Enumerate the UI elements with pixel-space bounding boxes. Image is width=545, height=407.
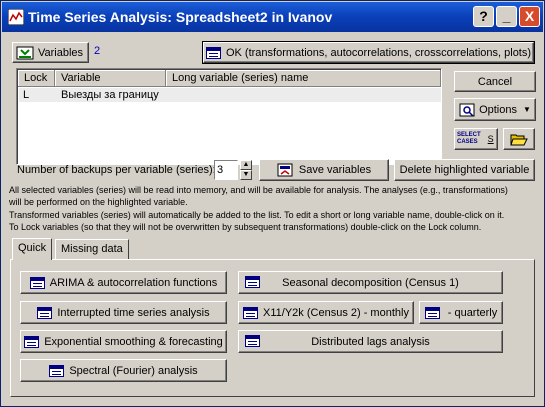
grid-icon xyxy=(205,46,221,59)
info-line-2: will be performed on the highlighted var… xyxy=(9,197,188,207)
save-variables-label: Save variables xyxy=(298,164,372,176)
interrupted-label: Interrupted time series analysis xyxy=(57,306,210,319)
distributed-label: Distributed lags analysis xyxy=(311,335,430,348)
distributed-lags-button[interactable]: Distributed lags analysis xyxy=(238,330,503,353)
variables-icon xyxy=(16,46,34,59)
info-line-1: All selected variables (series) will be … xyxy=(9,185,508,195)
options-icon xyxy=(459,103,475,117)
column-header-lock[interactable]: Lock xyxy=(18,70,55,87)
spin-up-button[interactable]: ▲ xyxy=(240,160,252,170)
seasonal-button[interactable]: Seasonal decomposition (Census 1) xyxy=(238,271,503,294)
select-cases-text-2: CASES xyxy=(457,139,478,145)
interrupted-button[interactable]: Interrupted time series analysis xyxy=(20,301,227,324)
quarterly-button[interactable]: - quarterly xyxy=(419,301,503,324)
tab-missing-data[interactable]: Missing data xyxy=(55,239,129,259)
variables-count: 2 xyxy=(94,45,101,57)
quarterly-label: - quarterly xyxy=(447,306,498,319)
x11-monthly-label: X11/Y2k (Census 2) - monthly xyxy=(263,306,409,319)
interrupted-icon xyxy=(37,306,53,319)
arima-label: ARIMA & autocorrelation functions xyxy=(49,276,218,289)
quarterly-icon xyxy=(424,306,440,319)
select-cases-text-1: SELECT xyxy=(457,132,481,138)
distributed-icon xyxy=(245,335,260,347)
seasonal-icon xyxy=(245,276,260,288)
ok-label: OK (transformations, autocorrelations, c… xyxy=(225,46,532,59)
options-label: Options xyxy=(479,103,517,116)
column-header-long-name[interactable]: Long variable (series) name xyxy=(166,70,441,87)
delete-variable-button[interactable]: Delete highlighted variable xyxy=(394,159,535,181)
info-line-3: Transformed variables (series) will auto… xyxy=(9,210,505,220)
select-cases-icon: SELECT CASES xyxy=(457,132,481,146)
backups-input[interactable]: 3 xyxy=(214,160,238,180)
lock-cell[interactable]: L xyxy=(23,88,29,102)
chart-icon xyxy=(8,9,24,25)
tab-quick[interactable]: Quick xyxy=(12,238,53,260)
exponential-icon xyxy=(24,335,40,348)
select-cases-button[interactable]: SELECT CASES S xyxy=(454,128,498,150)
backups-label: Number of backups per variable (series): xyxy=(17,164,216,176)
spectral-button[interactable]: Spectral (Fourier) analysis xyxy=(20,359,227,382)
options-button[interactable]: Options ▼ xyxy=(454,98,536,121)
help-button[interactable]: ? xyxy=(473,6,494,27)
save-variables-button[interactable]: Save variables xyxy=(259,159,389,181)
chevron-down-icon: ▼ xyxy=(523,105,531,114)
spectral-label: Spectral (Fourier) analysis xyxy=(69,364,198,377)
x11-icon xyxy=(243,306,259,319)
select-cases-s: S xyxy=(487,134,494,144)
x11-monthly-button[interactable]: X11/Y2k (Census 2) - monthly xyxy=(238,301,414,324)
exponential-label: Exponential smoothing & forecasting xyxy=(44,335,223,348)
dialog-window: Time Series Analysis: Spreadsheet2 in Iv… xyxy=(0,0,545,407)
arima-icon xyxy=(29,276,45,289)
variables-button[interactable]: Variables xyxy=(12,42,89,63)
info-line-4: To Lock variables (so that they will not… xyxy=(9,222,482,232)
ok-button[interactable]: OK (transformations, autocorrelations, c… xyxy=(202,41,535,64)
title-bar[interactable]: Time Series Analysis: Spreadsheet2 in Iv… xyxy=(2,2,543,32)
window-title: Time Series Analysis: Spreadsheet2 in Iv… xyxy=(28,9,333,25)
variables-label: Variables xyxy=(38,46,84,59)
variable-cell[interactable]: Выезды за границу xyxy=(61,88,159,102)
seasonal-label: Seasonal decomposition (Census 1) xyxy=(282,276,459,289)
arima-button[interactable]: ARIMA & autocorrelation functions xyxy=(20,271,227,294)
folder-open-icon xyxy=(510,134,528,146)
open-file-button[interactable] xyxy=(503,128,535,150)
column-header-variable[interactable]: Variable xyxy=(55,70,166,87)
close-button[interactable]: X xyxy=(519,6,540,27)
list-row[interactable]: L Выезды за границу xyxy=(19,88,441,102)
spin-down-button[interactable]: ▼ xyxy=(240,170,252,180)
save-icon xyxy=(277,163,293,177)
minimize-button[interactable]: _ xyxy=(496,6,517,27)
variables-list[interactable]: Lock Variable Long variable (series) nam… xyxy=(16,68,442,165)
exponential-button[interactable]: Exponential smoothing & forecasting xyxy=(20,330,227,353)
spectral-icon xyxy=(49,364,65,377)
cancel-button[interactable]: Cancel xyxy=(454,71,536,92)
